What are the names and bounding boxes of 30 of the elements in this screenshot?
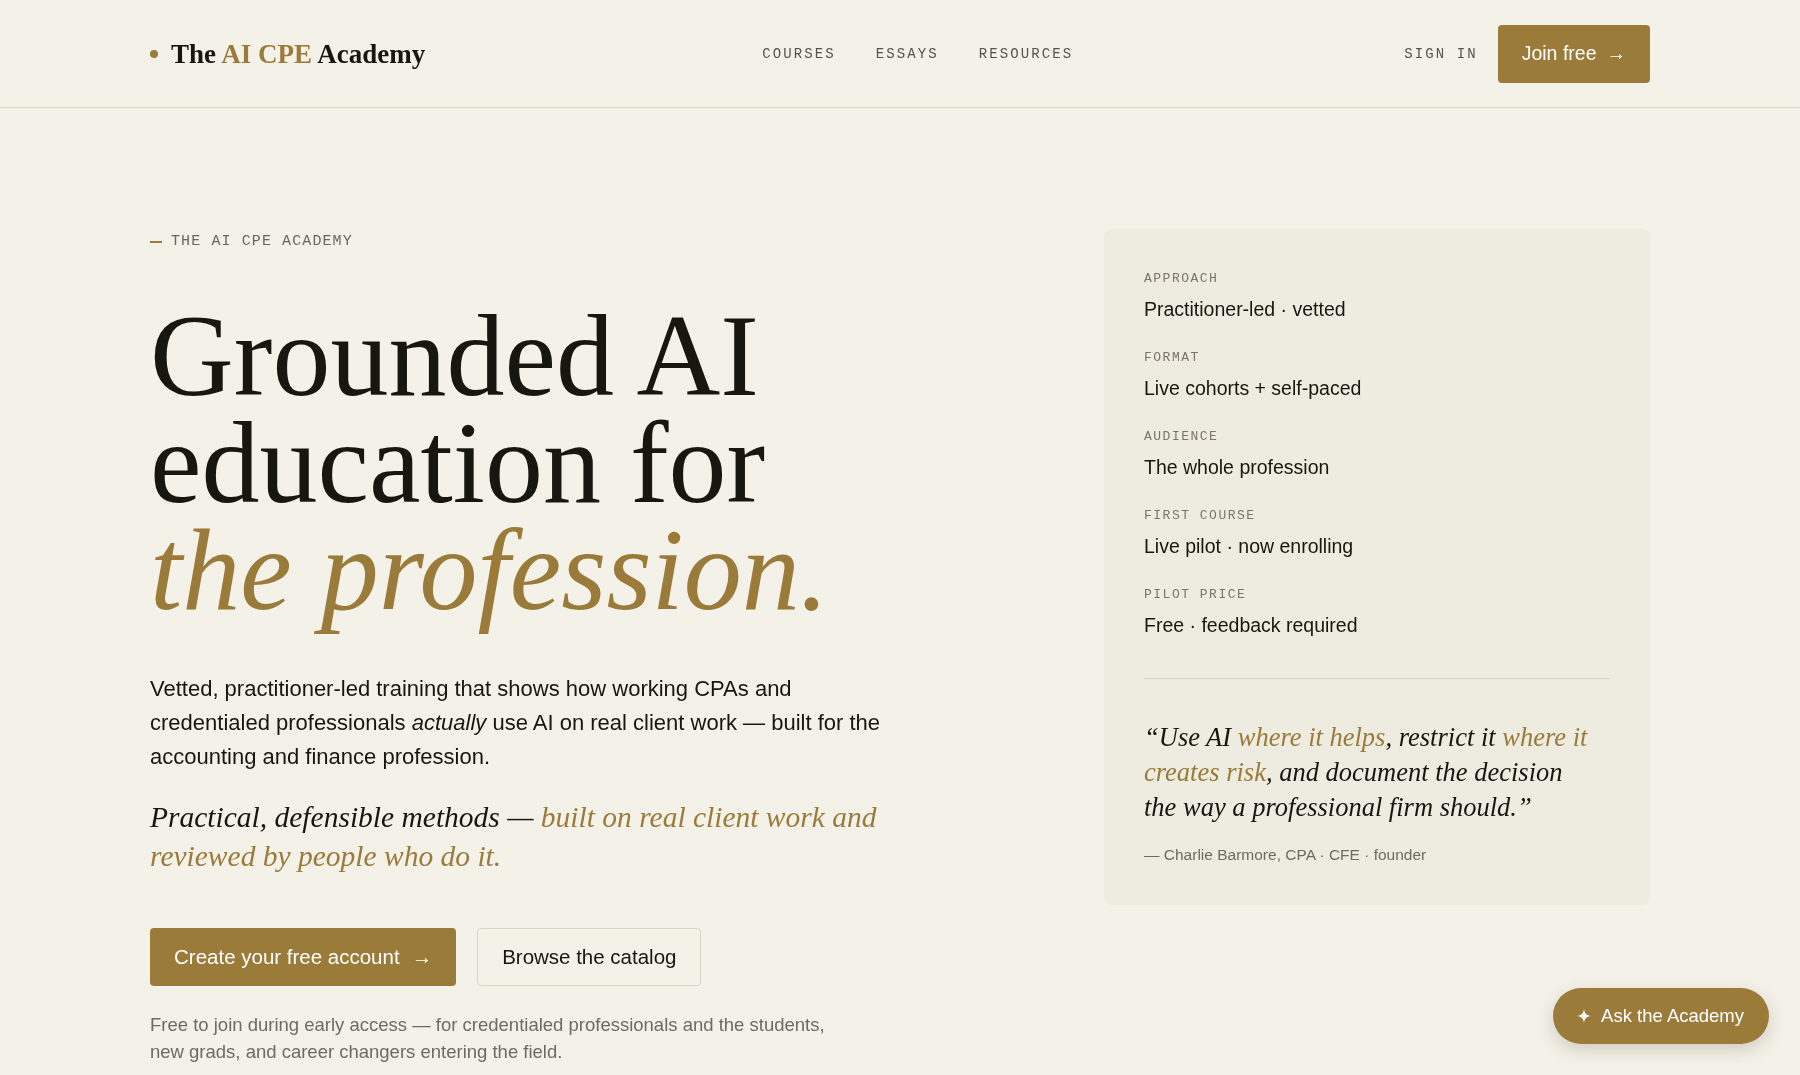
fact-label: FIRST COURSE	[1144, 508, 1257, 524]
lead-statement: Practical, defensible methods — built on real client work and reviewed by people who do it.	[150, 800, 878, 874]
eyebrow-label: THE AI CPE ACADEMY	[171, 232, 353, 252]
fact-label: FORMAT	[1144, 350, 1201, 366]
sign-in-link[interactable]: SIGN IN	[1404, 45, 1478, 62]
fact-label: PILOT PRICE	[1144, 587, 1248, 603]
fact-value: Live pilot · now enrolling	[1144, 534, 1355, 559]
create-account-button[interactable]: Create your free account →	[150, 928, 457, 986]
quote-attribution: — Charlie Barmore, CPA · CFE · founder	[1144, 845, 1428, 865]
ask-academy-label: Ask the Academy	[1601, 1005, 1744, 1027]
fact-value: The whole profession	[1144, 455, 1331, 480]
quote-text: “Use AI where it helps, restrict it where it creates risk, and document the decision the way a professional firm should.”	[1144, 721, 1589, 824]
dot-icon	[150, 49, 158, 58]
nav-link[interactable]: RESOURCES	[978, 45, 1074, 62]
fact-value: Live cohorts + self-paced	[1144, 376, 1363, 401]
intro-paragraph: Vetted, practitioner-led training that shows how working CPAs and credentialed professionals actually use AI on real client work — built for the accounting and finance profession.	[150, 675, 882, 771]
fact-label: APPROACH	[1144, 271, 1220, 287]
nav-link[interactable]: ESSAYS	[875, 45, 939, 62]
browse-catalog-button[interactable]: Browse the catalog	[477, 928, 702, 986]
access-note: Free to join during early access — for credentialed professionals and the students, new grads, and career changers entering the field.	[150, 1013, 826, 1064]
site-logo[interactable]: The AI CPE Academy	[171, 36, 426, 71]
hero-headline: Grounded AI education for the profession.	[150, 303, 830, 636]
fact-value: Free · feedback required	[1144, 613, 1359, 638]
join-free-button[interactable]: Join free →	[1497, 24, 1650, 83]
fact-value: Practitioner-led · vetted	[1144, 297, 1347, 322]
nav-link[interactable]: COURSES	[762, 45, 836, 62]
ask-academy-button[interactable]: Ask the Academy	[1553, 988, 1769, 1044]
fact-label: AUDIENCE	[1144, 429, 1220, 445]
sparkle-icon	[1577, 1009, 1592, 1023]
dash-icon	[150, 241, 162, 243]
